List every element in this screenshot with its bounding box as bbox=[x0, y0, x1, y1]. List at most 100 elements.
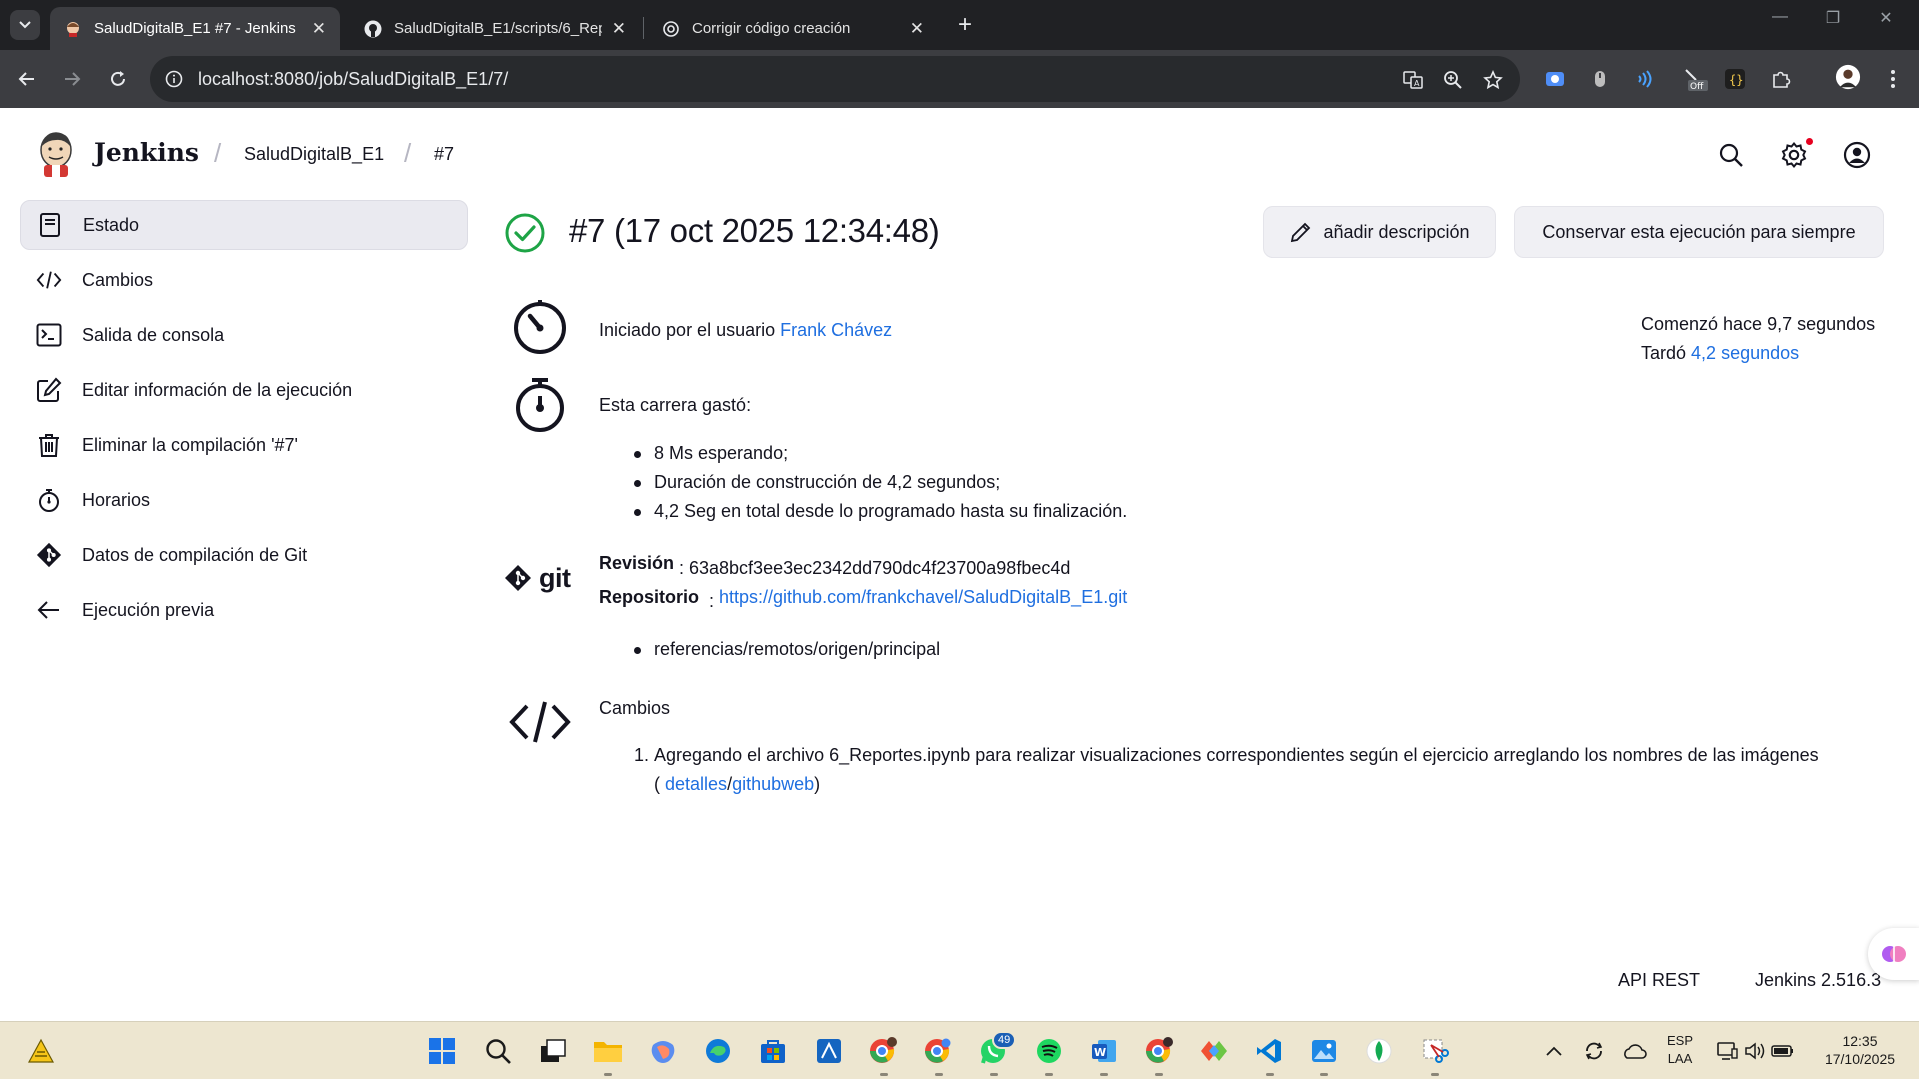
sidebar-item-editar-info[interactable]: Editar información de la ejecución bbox=[20, 365, 468, 415]
sidebar-item-label: Cambios bbox=[82, 269, 154, 290]
tab-close-icon[interactable]: ✕ bbox=[910, 19, 924, 39]
keyboard-language[interactable]: ESP LAA bbox=[1660, 1032, 1700, 1068]
keep-forever-button[interactable]: Conservar esta ejecución para siempre bbox=[1514, 206, 1884, 258]
tab-close-icon[interactable]: ✕ bbox=[312, 19, 326, 39]
chrome-profile-icon[interactable] bbox=[866, 1034, 900, 1068]
tab-title: SaludDigitalB_E1 #7 - Jenkins bbox=[94, 20, 296, 37]
restore-icon[interactable]: ❐ bbox=[1813, 8, 1853, 28]
read-aloud-extension-icon[interactable] bbox=[1632, 66, 1658, 92]
github-icon bbox=[364, 20, 382, 38]
zoom-icon[interactable] bbox=[1440, 67, 1466, 93]
breadcrumb-build[interactable]: #7 bbox=[434, 144, 454, 165]
edge-icon[interactable] bbox=[701, 1034, 735, 1068]
breadcrumb-job[interactable]: SaludDigitalB_E1 bbox=[244, 144, 384, 165]
reload-icon[interactable] bbox=[103, 64, 133, 94]
sync-icon[interactable] bbox=[1577, 1034, 1611, 1068]
chrome-profile-icon[interactable] bbox=[1142, 1034, 1176, 1068]
spotify-icon[interactable] bbox=[1032, 1034, 1066, 1068]
forward-arrow-icon[interactable] bbox=[57, 64, 87, 94]
taskbar-search-icon[interactable] bbox=[481, 1034, 515, 1068]
copilot-icon[interactable] bbox=[646, 1034, 680, 1068]
add-description-label: añadir descripción bbox=[1323, 221, 1470, 242]
new-tab-plus-icon[interactable]: + bbox=[950, 10, 980, 40]
repo-url-link[interactable]: https://github.com/frankchavel/SaludDigi… bbox=[719, 587, 1127, 608]
jenkins-brand[interactable]: Jenkins bbox=[94, 138, 199, 167]
json-formatter-extension-icon[interactable]: {} bbox=[1722, 66, 1748, 92]
browser-menu-icon[interactable] bbox=[1880, 66, 1906, 92]
system-clock[interactable]: 12:35 17/10/2025 bbox=[1810, 1032, 1910, 1068]
tab-chatgpt[interactable]: Corrigir código creación ✕ bbox=[648, 7, 938, 50]
mouse-extension-icon[interactable] bbox=[1587, 66, 1613, 92]
mongodb-compass-icon[interactable] bbox=[1362, 1034, 1396, 1068]
sidebar-item-salida-consola[interactable]: Salida de consola bbox=[20, 310, 468, 360]
change-open-paren: ( bbox=[654, 774, 660, 794]
chrome-profile-icon[interactable] bbox=[921, 1034, 955, 1068]
start-windows-icon[interactable] bbox=[425, 1034, 459, 1068]
sidebar-item-ejecucion-previa[interactable]: Ejecución previa bbox=[20, 585, 468, 635]
minimize-icon[interactable]: — bbox=[1760, 8, 1800, 26]
tab-title: Corrigir código creación bbox=[692, 20, 851, 37]
bookmark-star-icon[interactable] bbox=[1480, 67, 1506, 93]
jenkins-version-link[interactable]: Jenkins 2.516.3 bbox=[1755, 970, 1881, 991]
sidebar-item-label: Eliminar la compilación '#7' bbox=[82, 434, 298, 455]
code-icon bbox=[36, 267, 62, 293]
onedrive-cloud-icon[interactable] bbox=[1617, 1034, 1651, 1068]
api-rest-link[interactable]: API REST bbox=[1618, 970, 1700, 991]
widgets-icon[interactable] bbox=[24, 1034, 58, 1068]
tray-overflow-chevron-icon[interactable] bbox=[1537, 1034, 1571, 1068]
change-details-link[interactable]: detalles bbox=[665, 774, 727, 794]
address-bar[interactable]: localhost:8080/job/SaludDigitalB_E1/7/ A bbox=[150, 56, 1520, 102]
refs-list: referencias/remotos/origen/principal bbox=[633, 635, 940, 664]
sidebar-item-label: Datos de compilación de Git bbox=[82, 544, 308, 565]
tab-jenkins[interactable]: SaludDigitalB_E1 #7 - Jenkins ✕ bbox=[50, 7, 340, 50]
jenkins-logo-icon[interactable] bbox=[36, 130, 76, 178]
extension-off-icon[interactable]: Off bbox=[1682, 66, 1708, 92]
profile-avatar-icon[interactable] bbox=[1835, 64, 1861, 90]
tab-close-icon[interactable]: ✕ bbox=[612, 19, 626, 39]
running-indicator bbox=[1266, 1073, 1274, 1076]
snipping-tool-icon[interactable] bbox=[1418, 1034, 1452, 1068]
tab-search-button[interactable] bbox=[10, 10, 40, 40]
pencil-icon bbox=[1289, 220, 1313, 244]
tab-separator bbox=[643, 17, 644, 39]
browser-tabstrip: SaludDigitalB_E1 #7 - Jenkins ✕ SaludDig… bbox=[0, 0, 1919, 50]
sidebar-item-cambios[interactable]: Cambios bbox=[20, 255, 468, 305]
sidebar-item-label: Salida de consola bbox=[82, 324, 225, 345]
task-view-icon[interactable] bbox=[536, 1034, 570, 1068]
search-icon[interactable] bbox=[1716, 140, 1746, 170]
sidebar-item-git-data[interactable]: Datos de compilación de Git bbox=[20, 530, 468, 580]
user-account-icon[interactable] bbox=[1842, 140, 1872, 170]
close-window-icon[interactable]: ✕ bbox=[1866, 8, 1906, 28]
windows-taskbar: 49 W ESP LAA 12:35 17/10/2025 bbox=[0, 1021, 1919, 1079]
vscode-icon[interactable] bbox=[1252, 1034, 1286, 1068]
site-info-icon[interactable] bbox=[164, 69, 184, 89]
took-duration-link[interactable]: 4,2 segundos bbox=[1691, 343, 1799, 363]
change-githubweb-link[interactable]: githubweb bbox=[732, 774, 814, 794]
battery-icon[interactable] bbox=[1766, 1034, 1800, 1068]
list-item: Duración de construcción de 4,2 segundos… bbox=[633, 468, 1127, 497]
azure-data-studio-icon[interactable] bbox=[812, 1034, 846, 1068]
word-icon[interactable]: W bbox=[1087, 1034, 1121, 1068]
gitkraken-icon[interactable] bbox=[1197, 1034, 1231, 1068]
extensions-puzzle-icon[interactable] bbox=[1768, 66, 1794, 92]
change-number: 1. bbox=[634, 745, 650, 765]
back-arrow-icon[interactable] bbox=[12, 64, 42, 94]
sidebar-item-eliminar[interactable]: Eliminar la compilación '#7' bbox=[20, 420, 468, 470]
repo-row: Repositorio bbox=[599, 587, 699, 608]
code-icon bbox=[508, 690, 572, 754]
settings-gear-icon[interactable] bbox=[1779, 140, 1809, 170]
add-description-button[interactable]: añadir descripción bbox=[1263, 206, 1496, 258]
photos-icon[interactable] bbox=[1307, 1034, 1341, 1068]
sidebar-item-horarios[interactable]: Horarios bbox=[20, 475, 468, 525]
started-by-user-link[interactable]: Frank Chávez bbox=[780, 320, 892, 340]
svg-text:W: W bbox=[1094, 1046, 1106, 1059]
running-indicator bbox=[880, 1073, 888, 1076]
running-indicator bbox=[1155, 1073, 1163, 1076]
microsoft-store-icon[interactable] bbox=[756, 1034, 790, 1068]
screen-capture-extension-icon[interactable] bbox=[1542, 66, 1568, 92]
tab-github[interactable]: SaludDigitalB_E1/scripts/6_Repo ✕ bbox=[350, 7, 640, 50]
file-explorer-icon[interactable] bbox=[591, 1034, 625, 1068]
copilot-assistant-button[interactable] bbox=[1868, 928, 1919, 980]
translate-icon[interactable]: A bbox=[1400, 67, 1426, 93]
sidebar-item-estado[interactable]: Estado bbox=[20, 200, 468, 250]
